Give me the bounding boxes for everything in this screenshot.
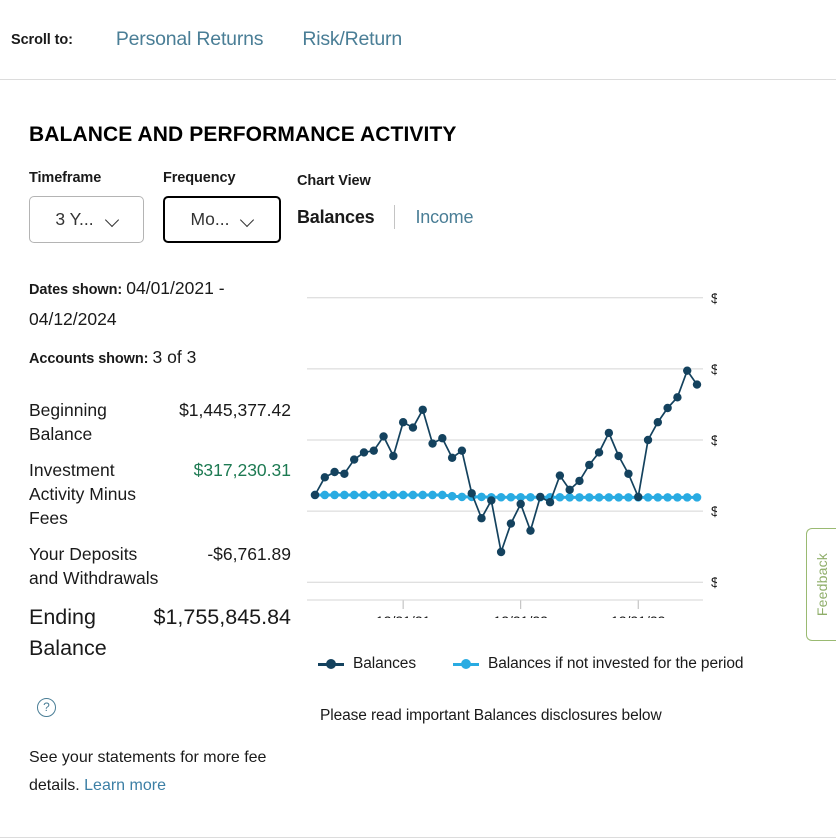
page-title: BALANCE AND PERFORMANCE ACTIVITY <box>29 123 457 146</box>
deposits-withdrawals-value: -$6,761.89 <box>207 544 291 564</box>
frequency-control: Frequency Mo... <box>163 170 281 243</box>
dates-shown-row: Dates shown: 04/01/2021 - 04/12/2024 <box>29 274 291 335</box>
beginning-balance-label: Beginning Balance <box>29 400 107 444</box>
dates-shown-label: Dates shown: <box>29 282 123 298</box>
ending-balance-label: Ending Balance <box>29 605 107 660</box>
legend-label: Balances <box>353 655 416 672</box>
timeframe-select[interactable]: 3 Y... <box>29 196 144 243</box>
details-block: Dates shown: 04/01/2021 - 04/12/2024 Acc… <box>29 274 291 374</box>
timeframe-value: 3 Y... <box>55 209 94 229</box>
chart-view-label: Chart View <box>297 173 371 189</box>
scroll-to-label: Scroll to: <box>11 31 73 48</box>
svg-text:$1,200,000: $1,200,000 <box>711 574 717 590</box>
ending-balance-value: $1,755,845.84 <box>153 605 292 629</box>
legend-marker-icon <box>318 658 344 670</box>
accounts-shown-value: 3 of 3 <box>152 347 197 367</box>
summary-row: Your Deposits and Withdrawals -$6,761.89 <box>29 542 291 590</box>
frequency-label: Frequency <box>163 170 236 186</box>
timeframe-label: Timeframe <box>29 170 102 186</box>
balance-summary: Beginning Balance $1,445,377.42 Investme… <box>29 398 291 676</box>
chevron-down-icon <box>107 214 118 225</box>
legend-item-balances-not-invested: Balances if not invested for the period <box>452 655 744 673</box>
timeframe-control: Timeframe 3 Y... <box>29 170 144 243</box>
svg-text:12/31/23: 12/31/23 <box>611 613 666 618</box>
disclosure-text: Please read important Balances disclosur… <box>320 707 662 724</box>
svg-text:$1,600,000: $1,600,000 <box>711 432 717 448</box>
svg-text:$1,400,000: $1,400,000 <box>711 503 717 519</box>
chart-legend: Balances Balances if not invested for th… <box>318 655 780 673</box>
frequency-value: Mo... <box>190 209 230 229</box>
tab-divider <box>394 205 396 229</box>
investment-activity-label: Investment Activity Minus Fees <box>29 460 136 528</box>
chart-view-control: Chart View Balances Income <box>297 173 473 229</box>
frequency-select[interactable]: Mo... <box>163 196 281 243</box>
accounts-shown-row: Accounts shown: 3 of 3 <box>29 343 291 374</box>
beginning-balance-value: $1,445,377.42 <box>179 400 291 420</box>
tab-income[interactable]: Income <box>415 207 473 228</box>
accounts-shown-label: Accounts shown: <box>29 351 149 367</box>
chevron-down-icon <box>242 214 253 225</box>
svg-text:12/31/21: 12/31/21 <box>376 613 431 618</box>
deposits-withdrawals-label: Your Deposits and Withdrawals <box>29 544 159 588</box>
feedback-label: Feedback <box>813 552 830 617</box>
ending-balance-row: Ending Balance $1,755,845.84 <box>29 602 291 664</box>
svg-text:$2,000,000: $2,000,000 <box>711 290 717 306</box>
question-mark-icon[interactable]: ? <box>37 698 56 717</box>
learn-more-link[interactable]: Learn more <box>84 777 166 794</box>
legend-marker-icon <box>452 658 479 670</box>
feedback-tab[interactable]: Feedback <box>806 528 836 641</box>
scroll-link-personal-returns[interactable]: Personal Returns <box>116 28 264 51</box>
scroll-to-nav: Scroll to: Personal Returns Risk/Return <box>0 0 836 80</box>
summary-row: Investment Activity Minus Fees $317,230.… <box>29 458 291 530</box>
chart-view-tabs: Balances Income <box>297 205 473 229</box>
legend-item-balances: Balances <box>318 655 416 673</box>
summary-row: Beginning Balance $1,445,377.42 <box>29 398 291 446</box>
legend-label: Balances if not invested for the period <box>487 655 744 672</box>
chart-canvas: $2,000,000 $1,800,000 $1,600,000 $1,400,000… <box>307 290 717 618</box>
svg-text:12/31/22: 12/31/22 <box>493 613 548 618</box>
balances-chart: $2,000,000 $1,800,000 $1,600,000 $1,400,000… <box>297 268 717 618</box>
investment-activity-value: $317,230.31 <box>193 460 291 480</box>
scroll-link-risk-return[interactable]: Risk/Return <box>302 28 402 51</box>
svg-text:$1,800,000: $1,800,000 <box>711 361 717 377</box>
tab-balances[interactable]: Balances <box>297 207 375 228</box>
fee-footnote: See your statements for more fee details… <box>29 744 297 800</box>
